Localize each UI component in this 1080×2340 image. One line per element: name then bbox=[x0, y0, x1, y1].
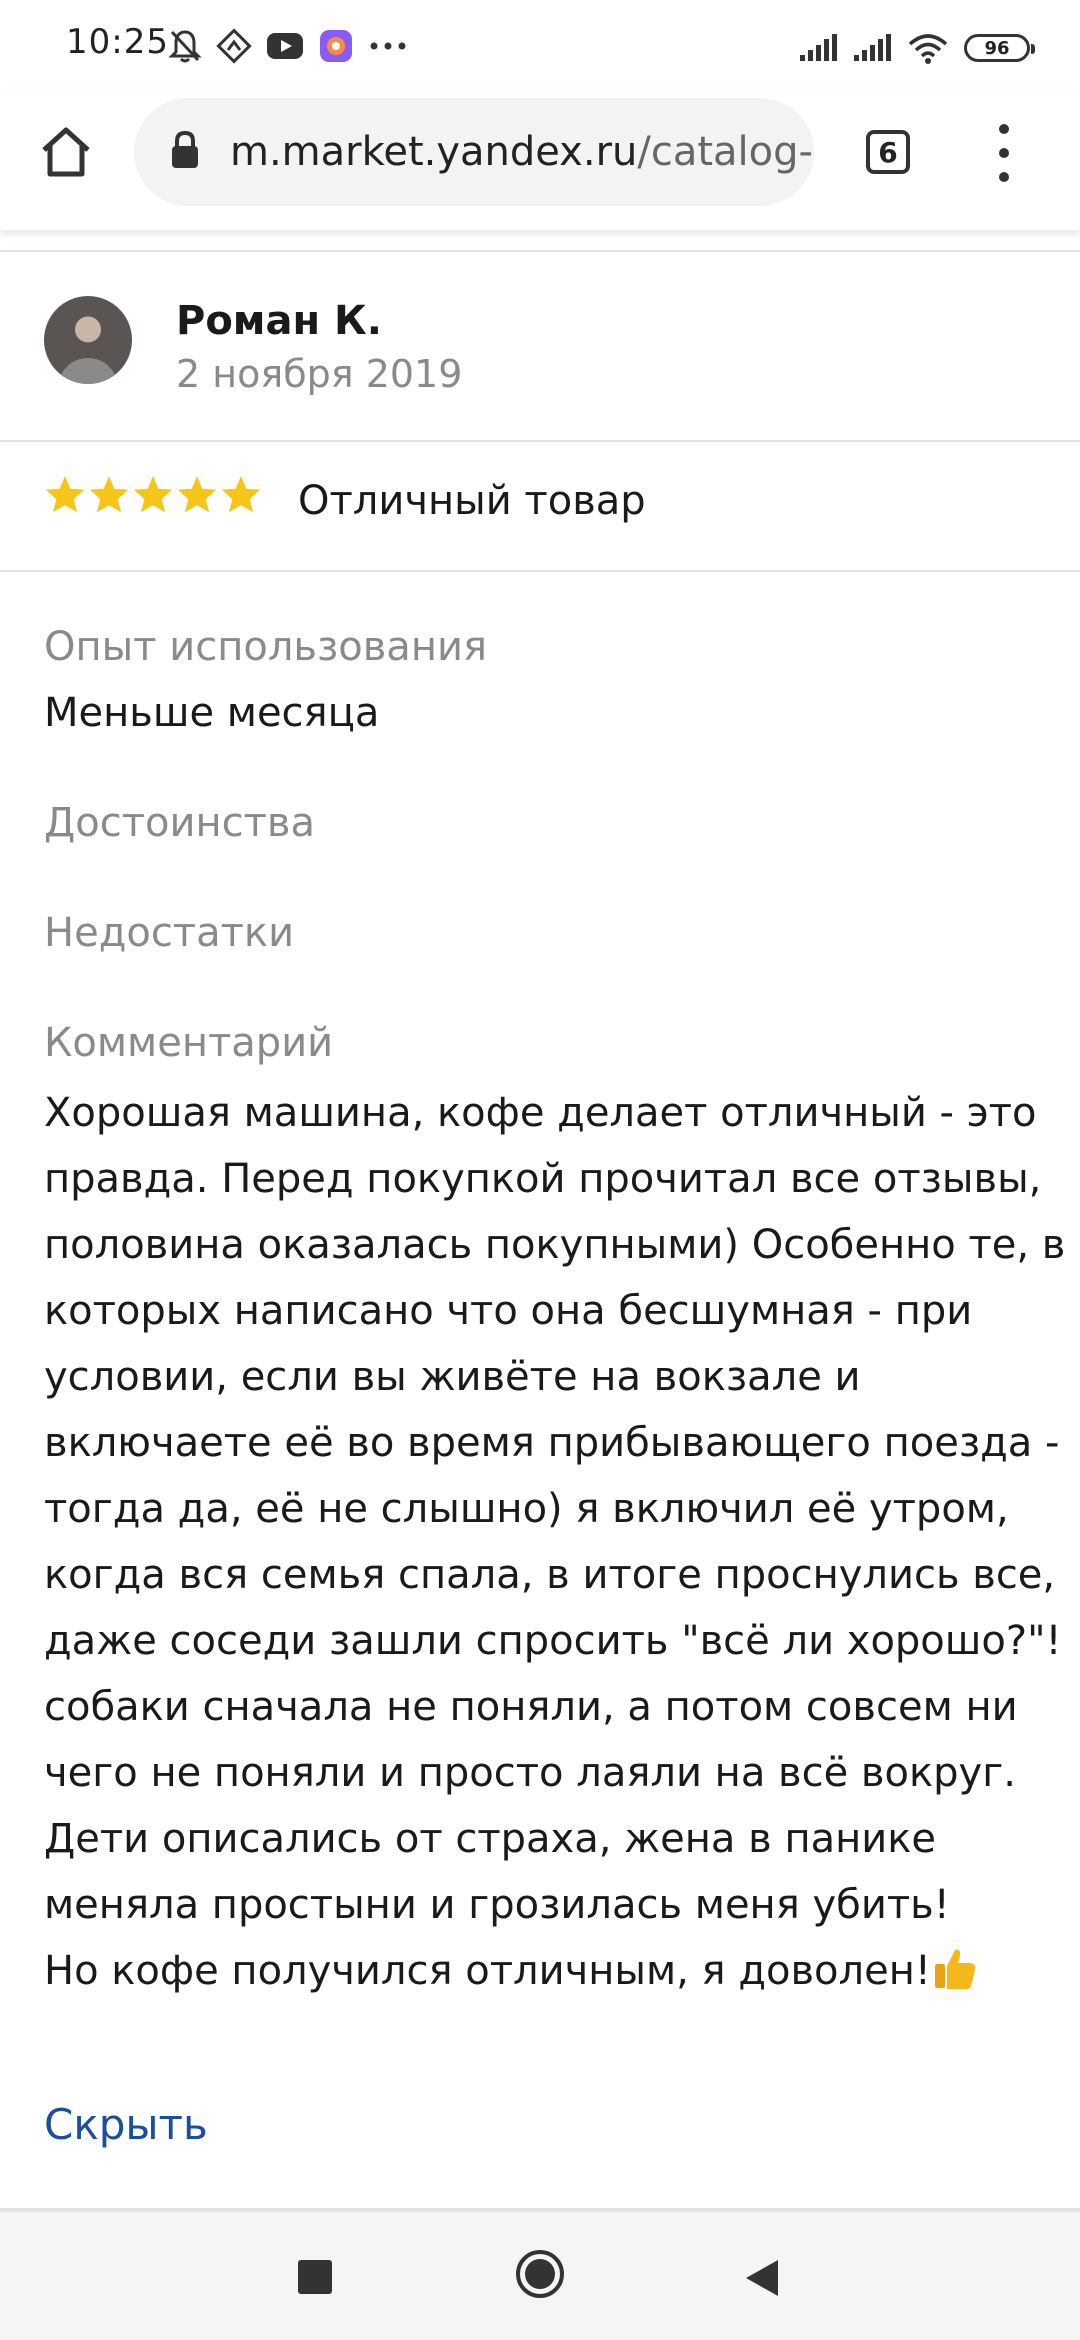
star-icon bbox=[176, 474, 218, 514]
menu-dot bbox=[999, 124, 1009, 134]
battery-icon: 96 bbox=[964, 34, 1035, 62]
browser-toolbar: m.market.yandex.ru/catalog- 6 bbox=[0, 90, 1080, 230]
comment-line: чего не поняли и просто лаяли на всё вок… bbox=[44, 1750, 1016, 1796]
signal-icon bbox=[798, 33, 838, 63]
star-icon bbox=[88, 474, 130, 514]
status-notification-icons bbox=[168, 26, 408, 66]
comment-line: которых написано что она бесшумная - при bbox=[44, 1288, 973, 1334]
divider bbox=[0, 570, 1080, 572]
author-name[interactable]: Роман К. bbox=[176, 298, 382, 344]
overflow-menu-icon[interactable] bbox=[984, 124, 1024, 182]
comment-line: тогда да, её не слышно) я включил её утр… bbox=[44, 1486, 1009, 1532]
comment-line: половина оказалась покупными) Особенно т… bbox=[44, 1222, 1066, 1268]
wifi-icon bbox=[906, 32, 950, 64]
review-date: 2 ноября 2019 bbox=[176, 352, 463, 396]
comment-line: меняла простыни и грозилась меня убить! bbox=[44, 1882, 950, 1928]
avatar[interactable] bbox=[44, 296, 132, 384]
screen: 10:25 96 m.market.yandex.ru/catalog- 6 Р… bbox=[0, 0, 1080, 2340]
address-bar[interactable]: m.market.yandex.ru/catalog- bbox=[134, 98, 814, 206]
tab-switcher-button[interactable]: 6 bbox=[866, 130, 910, 174]
comment-line: правда. Перед покупкой прочитал все отзы… bbox=[44, 1156, 1042, 1202]
maps-icon bbox=[216, 28, 252, 64]
usage-label: Опыт использования bbox=[44, 624, 488, 670]
thumbs-up-icon bbox=[931, 1944, 979, 1992]
comment-line: условии, если вы живёте на вокзале и bbox=[44, 1354, 861, 1400]
menu-dot bbox=[999, 148, 1009, 158]
hide-link[interactable]: Скрыть bbox=[44, 2100, 208, 2149]
home-icon[interactable] bbox=[34, 120, 98, 184]
comment-line: Дети описались от страха, жена в панике bbox=[44, 1816, 937, 1862]
menu-dot bbox=[999, 172, 1009, 182]
mute-bell-icon bbox=[168, 28, 202, 64]
divider bbox=[0, 440, 1080, 442]
url-text: m.market.yandex.ru/catalog- bbox=[230, 122, 813, 182]
divider bbox=[0, 250, 1080, 252]
url-path: /catalog- bbox=[637, 129, 813, 175]
lock-icon bbox=[170, 130, 200, 174]
comment-line: собаки сначала не поняли, а потом совсем… bbox=[44, 1684, 1018, 1730]
comment-line: Но кофе получился отличным, я доволен! bbox=[44, 1938, 1054, 2004]
recents-icon[interactable] bbox=[298, 2260, 332, 2294]
app-icon bbox=[318, 28, 354, 64]
pros-label: Достоинства bbox=[44, 800, 316, 846]
comment-line: включаете её во время прибывающего поезд… bbox=[44, 1420, 1060, 1466]
status-bar: 10:25 96 bbox=[0, 0, 1080, 90]
signal-icon bbox=[852, 33, 892, 63]
url-host: m.market.yandex.ru bbox=[230, 129, 638, 175]
usage-value: Меньше месяца bbox=[44, 690, 380, 736]
more-dots-icon bbox=[368, 41, 408, 51]
back-icon[interactable] bbox=[742, 2256, 782, 2300]
comment-line: когда вся семья спала, в итоге проснулис… bbox=[44, 1552, 1056, 1598]
star-icon bbox=[220, 474, 262, 514]
comment-label: Комментарий bbox=[44, 1020, 334, 1066]
comment-line: Хорошая машина, кофе делает отличный - э… bbox=[44, 1090, 1037, 1136]
youtube-icon bbox=[266, 31, 304, 61]
home-circle-icon[interactable] bbox=[514, 2248, 566, 2300]
comment-text: Хорошая машина, кофе делает отличный - э… bbox=[44, 1080, 1066, 2004]
system-nav-bar bbox=[0, 2210, 1080, 2340]
star-icon bbox=[44, 474, 86, 514]
status-system-icons: 96 bbox=[798, 28, 1035, 68]
cons-label: Недостатки bbox=[44, 910, 295, 956]
rating-stars bbox=[44, 474, 262, 514]
star-icon bbox=[132, 474, 174, 514]
comment-line: даже соседи зашли спросить "всё ли хорош… bbox=[44, 1618, 1062, 1664]
rating-text: Отличный товар bbox=[298, 478, 646, 524]
status-time: 10:25 bbox=[66, 22, 169, 62]
